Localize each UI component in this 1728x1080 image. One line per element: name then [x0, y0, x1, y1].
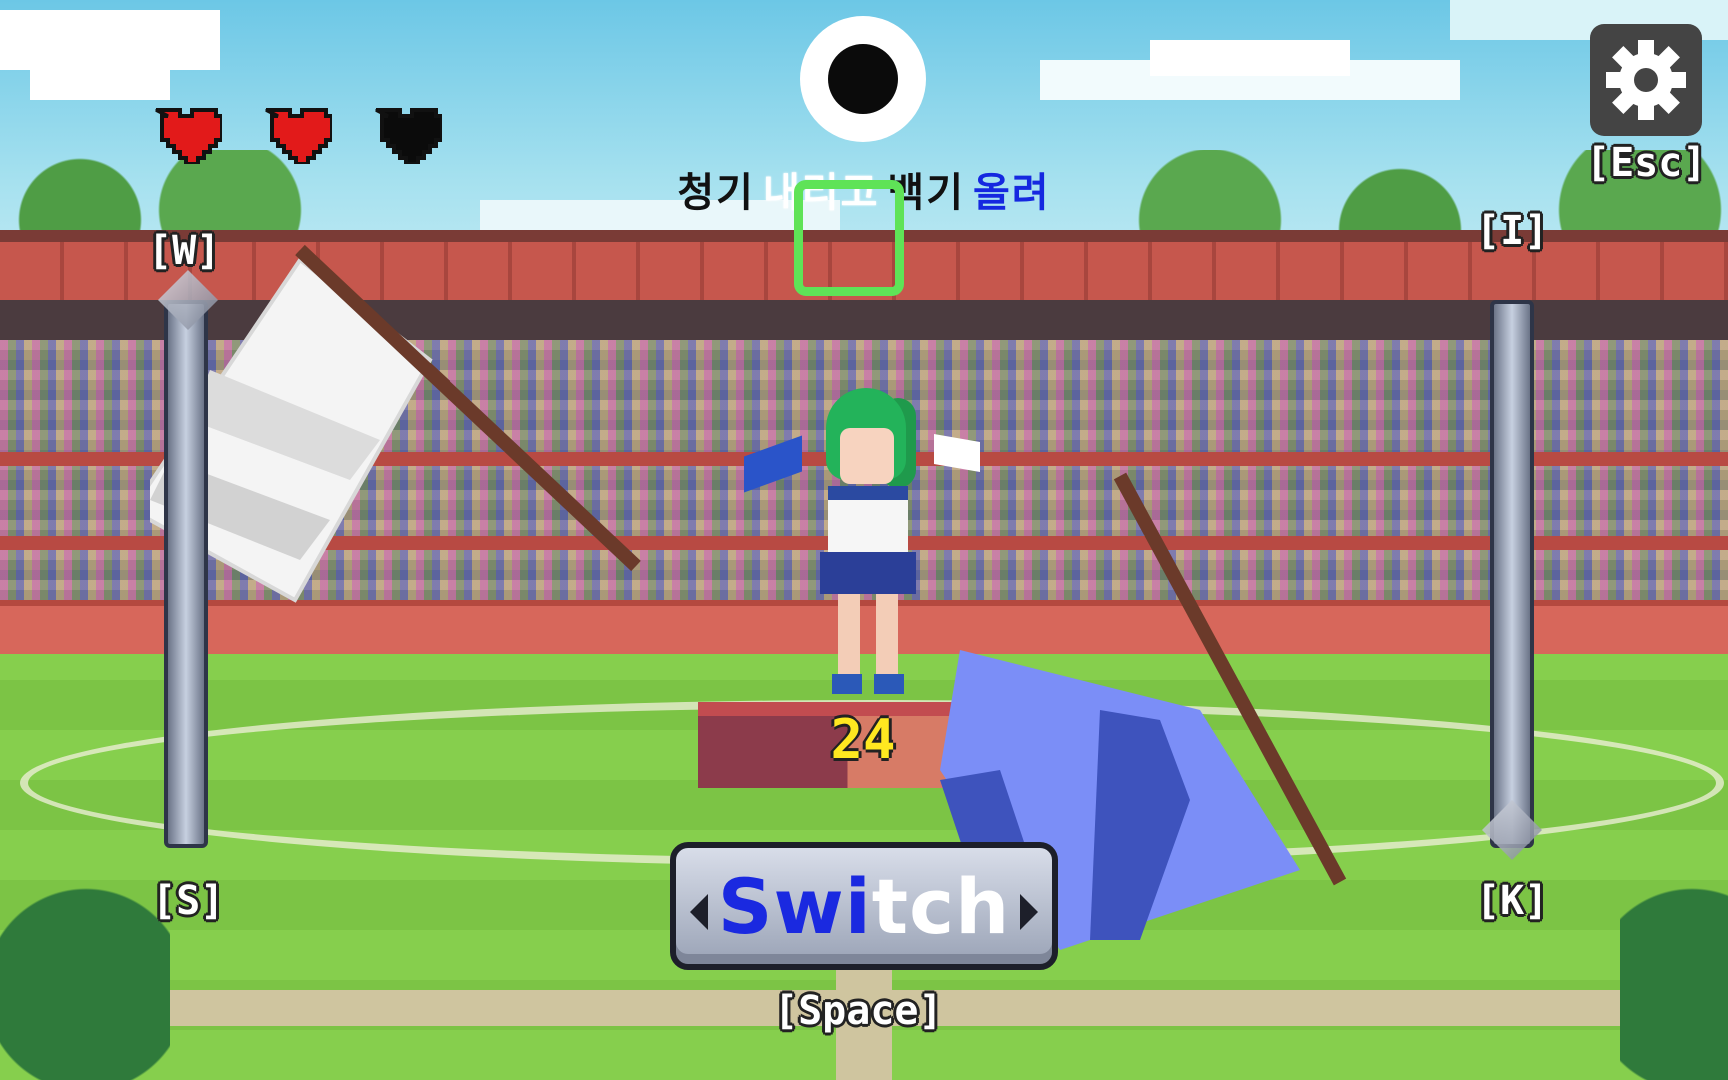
score: 24 — [830, 708, 896, 771]
command-word: 청기 — [677, 170, 755, 216]
heart-empty-icon — [375, 108, 442, 164]
cheerleader-character — [744, 388, 980, 708]
target-box — [794, 180, 904, 296]
character-leg — [876, 594, 898, 678]
right-up-key-label: [I] — [1476, 208, 1549, 254]
chevron-left-icon — [690, 894, 708, 930]
bush-right — [1620, 860, 1728, 1080]
left-up-key-label: [W] — [148, 228, 221, 274]
switch-button-label: Switch — [718, 862, 1011, 951]
switch-button[interactable]: Switch — [670, 842, 1058, 970]
settings-button[interactable] — [1590, 24, 1702, 136]
switch-label-part: tch — [871, 861, 1011, 951]
cue-dot — [828, 44, 898, 114]
bush-left — [0, 860, 170, 1080]
game-stage: 청기 내리고 백기 올려 [Esc] [W] [S] [I] [K] 24 Sw… — [0, 0, 1728, 1080]
chevron-right-icon — [1020, 894, 1038, 930]
character-leg — [838, 594, 860, 678]
left-down-key-label: [S] — [152, 878, 225, 924]
cue-indicator — [800, 16, 926, 142]
left-flag-slider[interactable] — [164, 300, 208, 848]
right-down-key-label: [K] — [1476, 878, 1549, 924]
lives — [150, 104, 442, 164]
cloud — [1150, 40, 1350, 76]
heart-full-icon — [265, 108, 332, 164]
command-word: 올려 — [973, 170, 1051, 216]
heart-full-icon — [155, 108, 222, 164]
gear-icon — [1606, 40, 1686, 120]
character-shoe — [832, 674, 862, 694]
switch-key-label: [Space] — [774, 988, 943, 1034]
right-flag-slider[interactable] — [1490, 300, 1534, 848]
cloud — [30, 60, 170, 100]
settings-key-label: [Esc] — [1586, 140, 1707, 186]
character-face — [840, 428, 894, 484]
character-shoe — [874, 674, 904, 694]
character-skirt — [820, 552, 916, 594]
switch-label-part: Swi — [717, 861, 872, 951]
